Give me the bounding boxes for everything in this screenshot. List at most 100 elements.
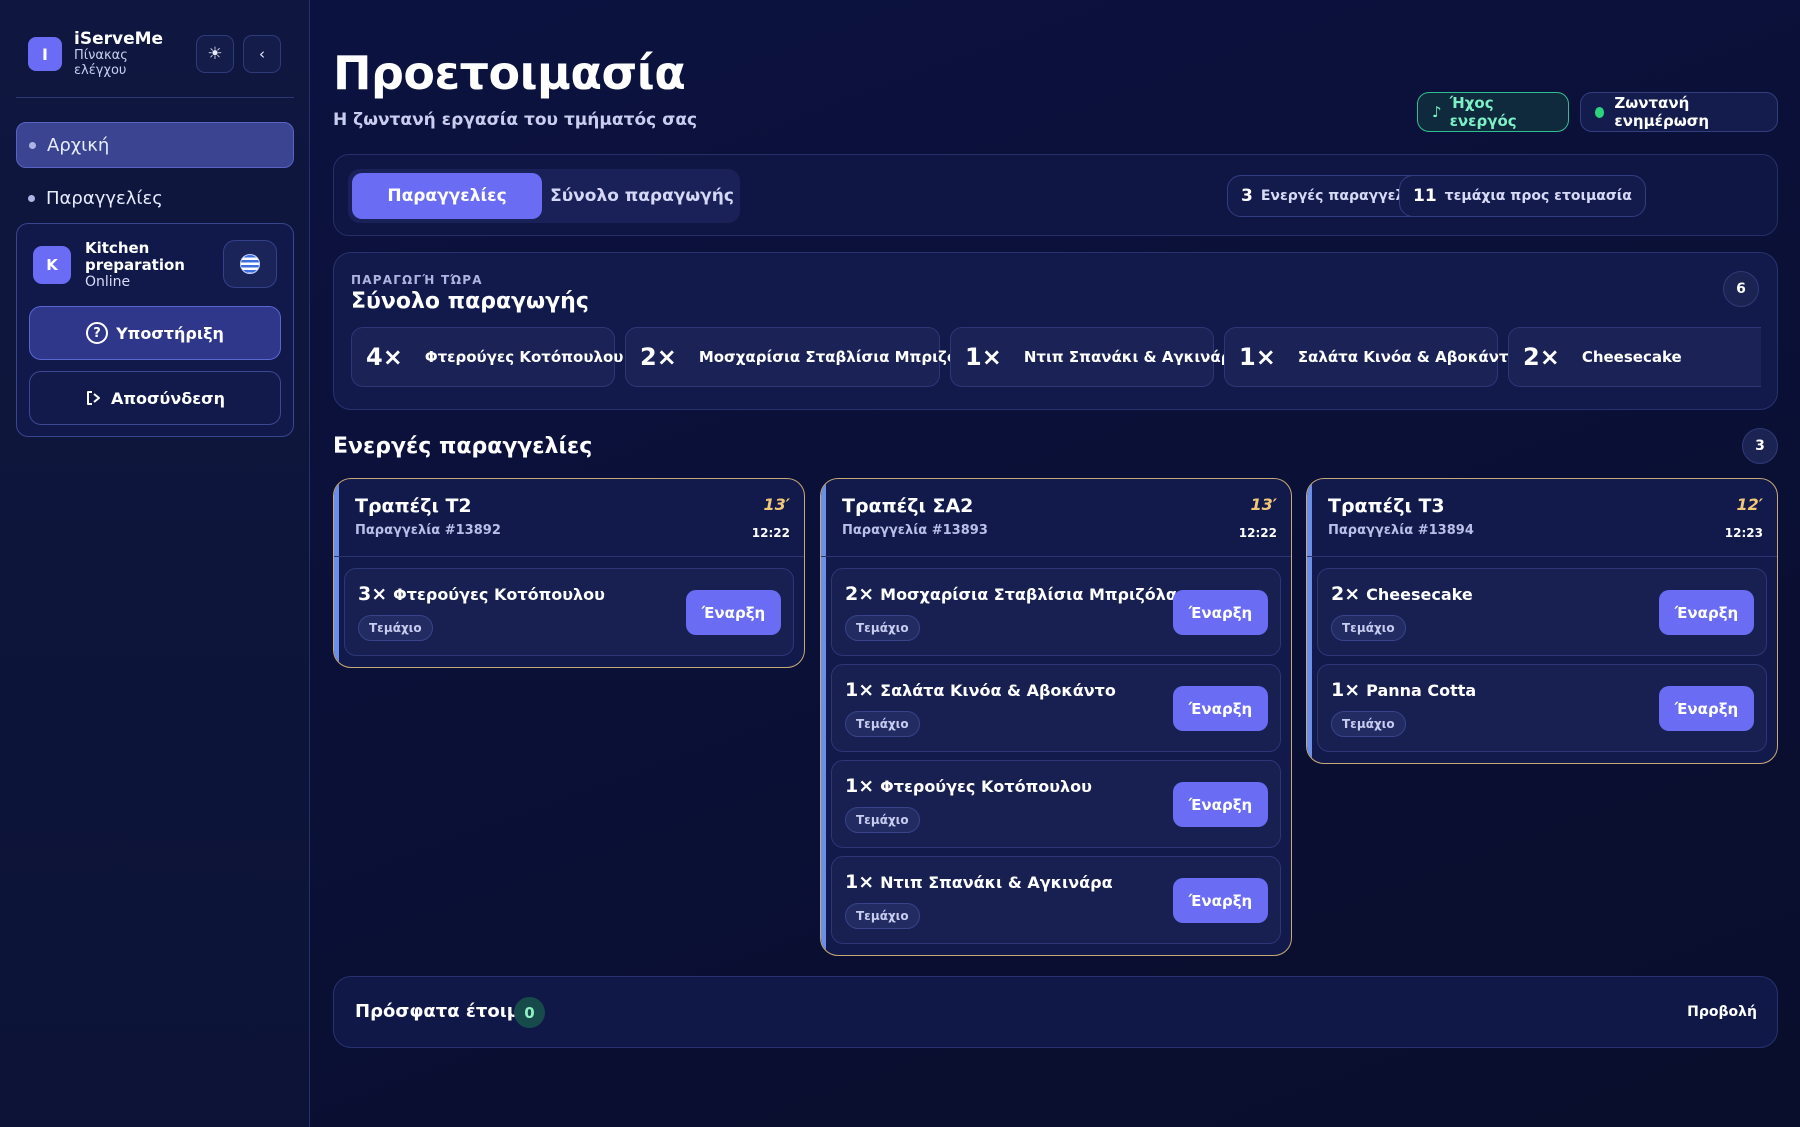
item-label: Φτερούγες Κοτόπουλου: [393, 585, 605, 604]
order-number: Παραγγελία #13893: [842, 523, 988, 538]
sound-toggle-button[interactable]: ♪ Ήχος ενεργός: [1417, 92, 1569, 132]
sun-icon: ☀: [207, 44, 223, 64]
chip-qty: 2×: [1523, 343, 1560, 371]
order-item: 3× Φτερούγες Κοτόπουλου Τεμάχιο Έναρξη: [344, 568, 794, 656]
item-label: Φτερούγες Κοτόπουλου: [880, 777, 1092, 796]
logout-button[interactable]: Αποσύνδεση: [29, 371, 281, 425]
bullet-icon: [29, 141, 36, 149]
greek-flag-icon: [240, 254, 260, 274]
chip-qty: 2×: [640, 343, 677, 371]
tab-production-total[interactable]: Σύνολο παραγωγής: [548, 173, 736, 219]
sidebar: I iServeMe Πίνακας ελέγχου ☀ ‹ Αρχική Πα…: [0, 0, 310, 1127]
item-qty: 2×: [845, 583, 875, 605]
order-elapsed: 13′: [763, 495, 790, 514]
chip-name: Μοσχαρίσια Σταβλίσια Μπριζόλα: [698, 348, 977, 366]
order-item: 1× Φτερούγες Κοτόπουλου Τεμάχιο Έναρξη: [831, 760, 1281, 848]
language-button[interactable]: [223, 240, 277, 288]
item-unit-badge: Τεμάχιο: [845, 615, 920, 641]
chip-name: Σαλάτα Κινόα & Αβοκάντο: [1297, 348, 1519, 366]
theme-toggle-button[interactable]: ☀: [196, 35, 234, 73]
bullet-icon: [28, 194, 35, 202]
sidebar-divider: [16, 97, 294, 98]
order-item: 1× Ντιπ Σπανάκι & Αγκινάρα Τεμάχιο Έναρξη: [831, 856, 1281, 944]
order-elapsed: 13′: [1250, 495, 1277, 514]
view-tabs: Παραγγελίες Σύνολο παραγωγής: [348, 169, 740, 223]
order-item: 1× Panna Cotta Τεμάχιο Έναρξη: [1317, 664, 1767, 752]
item-qty: 1×: [845, 871, 875, 893]
production-chip: 1× Ντιπ Σπανάκι & Αγκινάρα: [950, 327, 1242, 387]
user-status: Online: [85, 274, 131, 290]
recent-ready-count: 0: [514, 997, 545, 1028]
page-subtitle: Η ζωντανή εργασία του τμήματός σας: [333, 110, 698, 130]
order-number: Παραγγελία #13892: [355, 523, 501, 538]
order-number: Παραγγελία #13894: [1328, 523, 1474, 538]
order-table: Τραπέζι Τ2: [355, 495, 472, 517]
live-label: Ζωντανή ενημέρωση: [1614, 94, 1710, 130]
order-table: Τραπέζι ΣΑ2: [842, 495, 974, 517]
item-label: Σαλάτα Κινόα & Αβοκάντο: [880, 681, 1116, 700]
item-name: 1× Φτερούγες Κοτόπουλου: [845, 775, 1092, 797]
recent-ready-panel[interactable]: Πρόσφατα έτοιμα 0 Προβολή: [333, 976, 1778, 1048]
start-button[interactable]: Έναρξη: [1173, 878, 1268, 923]
order-card: Τραπέζι ΣΑ2 Παραγγελία #13893 13′ 12:22 …: [820, 478, 1292, 956]
order-time: 12:23: [1724, 526, 1763, 540]
production-count-badge: 6: [1723, 271, 1759, 307]
brand-subtitle: Πίνακας ελέγχου: [74, 48, 128, 78]
live-dot-icon: [1595, 106, 1605, 118]
production-kicker: ΠΑΡΑΓΩΓΉ ΤΏΡΑ: [351, 273, 483, 287]
sound-label: Ήχος ενεργός: [1449, 94, 1517, 130]
production-chip: 2× Cheesecake: [1508, 327, 1761, 387]
chevron-left-icon: ‹: [259, 45, 265, 63]
user-name: Kitchen preparation: [85, 239, 185, 274]
collapse-sidebar-button[interactable]: ‹: [243, 35, 281, 73]
brand-logo: I: [28, 37, 62, 71]
chip-name: Cheesecake: [1581, 348, 1682, 366]
order-header: Τραπέζι Τ3 Παραγγελία #13894 12′ 12:23: [1307, 479, 1777, 557]
sidebar-item-label: Αρχική: [47, 134, 110, 156]
item-label: Μοσχαρίσια Σταβλίσια Μπριζόλα: [880, 585, 1177, 604]
order-item: 2× Cheesecake Τεμάχιο Έναρξη: [1317, 568, 1767, 656]
production-chip: 2× Μοσχαρίσια Σταβλίσια Μπριζόλα: [625, 327, 977, 387]
active-orders-count-badge: 3: [1742, 428, 1778, 464]
order-item: 2× Μοσχαρίσια Σταβλίσια Μπριζόλα Τεμάχιο …: [831, 568, 1281, 656]
item-name: 3× Φτερούγες Κοτόπουλου: [358, 583, 605, 605]
pieces-count: 11: [1413, 186, 1437, 206]
tab-orders[interactable]: Παραγγελίες: [352, 173, 542, 219]
start-button[interactable]: Έναρξη: [1659, 590, 1754, 635]
production-summary: ΠΑΡΑΓΩΓΉ ΤΏΡΑ Σύνολο παραγωγής 6 4× Φτερ…: [333, 252, 1778, 410]
start-button[interactable]: Έναρξη: [1173, 590, 1268, 635]
item-unit-badge: Τεμάχιο: [1331, 615, 1406, 641]
user-card: K Kitchen preparation Online ? Υποστήριξ…: [16, 223, 294, 437]
order-time: 12:22: [751, 526, 790, 540]
item-unit-badge: Τεμάχιο: [845, 711, 920, 737]
start-button[interactable]: Έναρξη: [686, 590, 781, 635]
item-unit-badge: Τεμάχιο: [845, 903, 920, 929]
item-unit-badge: Τεμάχιο: [1331, 711, 1406, 737]
recent-view-link[interactable]: Προβολή: [1687, 1004, 1757, 1020]
support-button[interactable]: ? Υποστήριξη: [29, 306, 281, 360]
avatar: K: [33, 246, 71, 284]
chip-qty: 1×: [1239, 343, 1276, 371]
view-toolbar: Παραγγελίες Σύνολο παραγωγής 3 Ενεργές π…: [333, 154, 1778, 236]
item-name: 2× Μοσχαρίσια Σταβλίσια Μπριζόλα: [845, 583, 1177, 605]
production-chip: 1× Σαλάτα Κινόα & Αβοκάντο: [1224, 327, 1519, 387]
pieces-label: τεμάχια προς ετοιμασία: [1444, 188, 1632, 204]
item-qty: 2×: [1331, 583, 1361, 605]
item-label: Ντιπ Σπανάκι & Αγκινάρα: [880, 873, 1113, 892]
item-name: 1× Ντιπ Σπανάκι & Αγκινάρα: [845, 871, 1113, 893]
sidebar-item-home[interactable]: Αρχική: [16, 122, 294, 168]
start-button[interactable]: Έναρξη: [1173, 686, 1268, 731]
item-qty: 1×: [845, 775, 875, 797]
chip-qty: 4×: [366, 343, 403, 371]
active-orders-title: Ενεργές παραγγελίες: [333, 434, 593, 459]
item-name: 2× Cheesecake: [1331, 583, 1473, 605]
item-qty: 3×: [358, 583, 388, 605]
brand-name: iServeMe: [74, 29, 164, 49]
live-update-indicator[interactable]: Ζωντανή ενημέρωση: [1580, 92, 1778, 132]
sidebar-item-orders[interactable]: Παραγγελίες: [16, 175, 294, 221]
production-title: Σύνολο παραγωγής: [351, 289, 589, 314]
start-button[interactable]: Έναρξη: [1659, 686, 1754, 731]
order-time: 12:22: [1238, 526, 1277, 540]
start-button[interactable]: Έναρξη: [1173, 782, 1268, 827]
brand[interactable]: I iServeMe Πίνακας ελέγχου: [28, 30, 163, 78]
